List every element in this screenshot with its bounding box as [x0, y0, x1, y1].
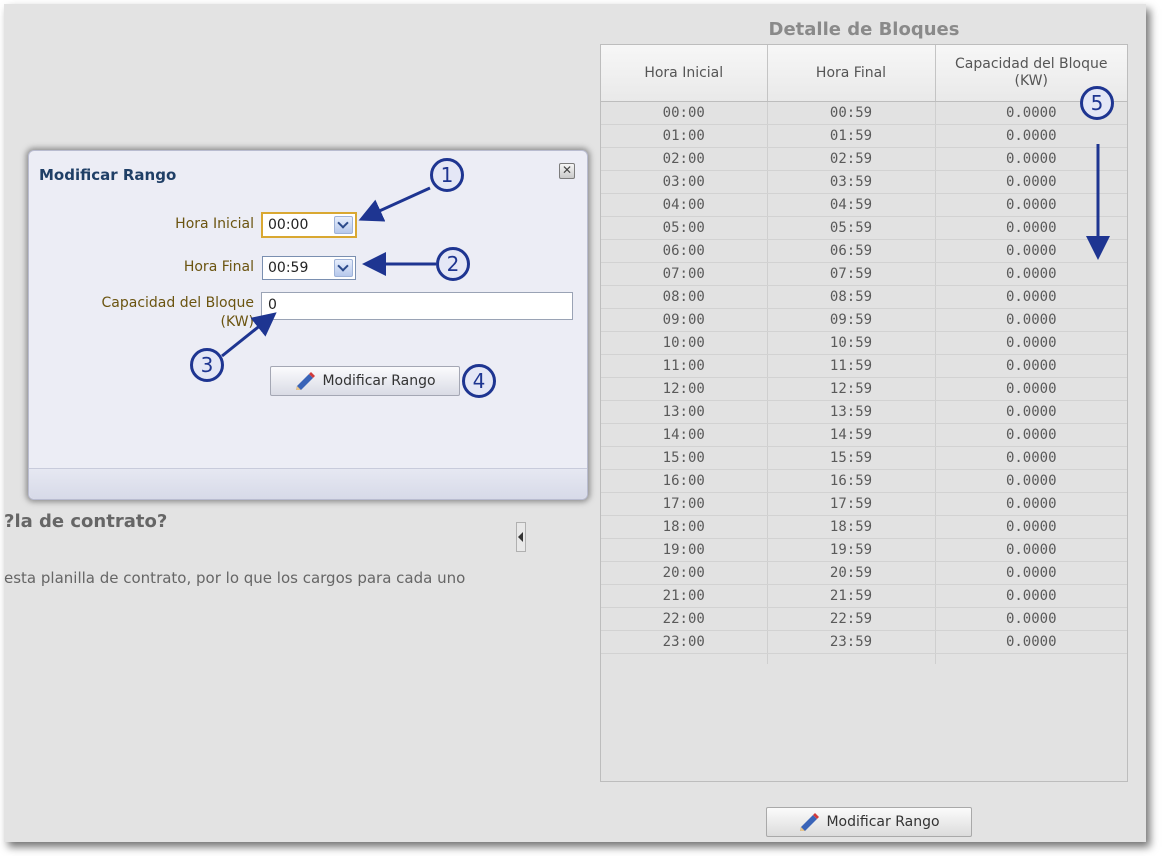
callout-5: 5 [1080, 86, 1114, 120]
arrow-1 [358, 186, 431, 222]
callout-3: 3 [190, 348, 224, 382]
screenshot-frame: ?la de contrato? esta planilla de contra… [4, 4, 1146, 842]
annotation-arrows [221, 144, 1110, 358]
arrow-3 [221, 312, 277, 358]
callout-4: 4 [462, 364, 496, 398]
callout-1: 1 [430, 158, 464, 192]
callout-2: 2 [436, 247, 470, 281]
